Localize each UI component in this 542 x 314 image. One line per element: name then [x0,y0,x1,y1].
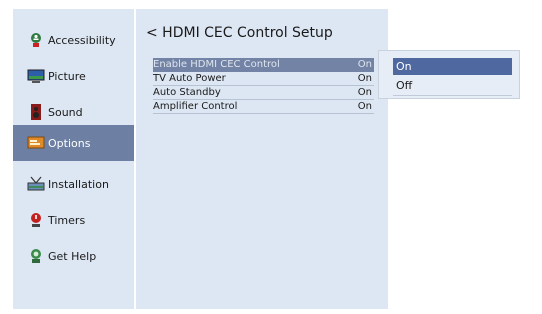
timers-icon [27,212,45,228]
installation-icon [27,176,45,192]
settings-list: Enable HDMI CEC Control On TV Auto Power… [153,58,374,114]
accessibility-icon [27,32,45,48]
sidebar-item-get-help[interactable]: Get Help [13,238,134,274]
sidebar-item-accessibility[interactable]: Accessibility [13,22,134,58]
sidebar-item-label: Accessibility [48,33,116,47]
setting-label: Enable HDMI CEC Control [153,59,280,70]
sidebar-item-installation[interactable]: Installation [13,166,134,202]
dropdown-option-off[interactable]: Off [393,77,512,94]
setting-value: On [357,101,372,112]
setting-label: Auto Standby [153,87,221,98]
setting-tv-auto-power[interactable]: TV Auto Power On [153,72,374,86]
sidebar-item-label: Get Help [48,249,97,263]
page-title[interactable]: < HDMI CEC Control Setup [146,25,333,41]
settings-panel: < HDMI CEC Control Setup Enable HDMI CEC… [136,9,388,309]
sidebar-item-timers[interactable]: Timers [13,202,134,238]
value-dropdown: On Off [378,50,520,99]
sidebar-item-label: Options [48,136,91,150]
options-icon [27,135,45,151]
sound-icon [27,104,45,120]
sidebar-item-label: Installation [48,177,109,191]
picture-icon [27,68,45,84]
dropdown-divider [393,95,512,96]
setting-value: On [357,87,372,98]
sidebar: Accessibility Picture Sound Options Inst… [13,9,134,309]
setting-value: On [357,73,372,84]
sidebar-item-label: Timers [48,213,86,227]
sidebar-item-picture[interactable]: Picture [13,58,134,94]
setting-label: TV Auto Power [153,73,226,84]
sidebar-item-label: Sound [48,105,83,119]
dropdown-option-on[interactable]: On [393,58,512,75]
setting-auto-standby[interactable]: Auto Standby On [153,86,374,100]
setting-amplifier-control[interactable]: Amplifier Control On [153,100,374,114]
setting-label: Amplifier Control [153,101,238,112]
setting-value: On [357,59,372,70]
sidebar-item-label: Picture [48,69,86,83]
get-help-icon [27,248,45,264]
sidebar-item-options[interactable]: Options [13,125,134,161]
setting-enable-hdmi-cec[interactable]: Enable HDMI CEC Control On [153,58,374,72]
